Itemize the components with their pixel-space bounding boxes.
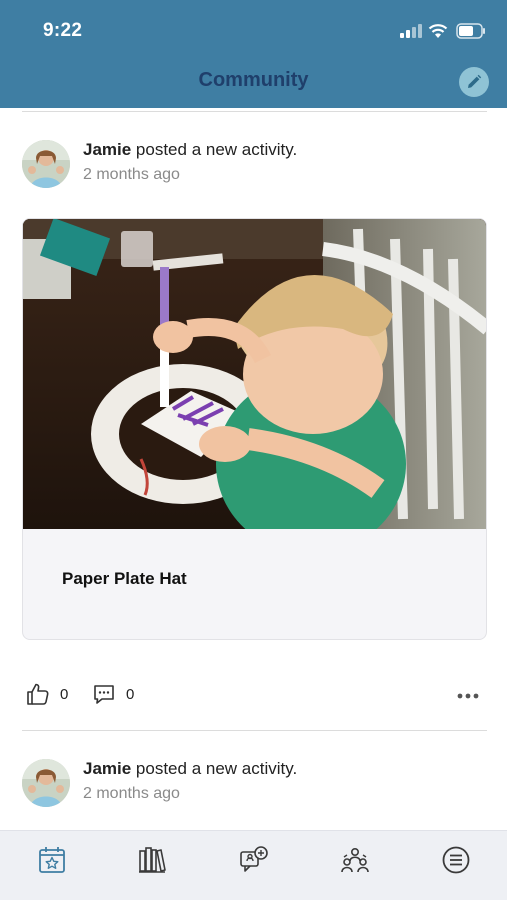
calendar-star-icon[interactable] (37, 845, 67, 875)
battery-icon (456, 23, 485, 39)
avatar-image (22, 759, 70, 807)
app-header: 9:22 Community (0, 0, 507, 108)
community-chat-icon[interactable] (239, 845, 269, 875)
cellular-signal-icon (400, 24, 422, 38)
activity-card[interactable]: Paper Plate Hat (22, 218, 487, 640)
author-name[interactable]: Jamie (83, 759, 131, 778)
comment-button[interactable]: 0 (92, 680, 134, 708)
comment-icon (94, 685, 114, 704)
avatar[interactable] (22, 140, 70, 188)
author-name[interactable]: Jamie (83, 140, 131, 159)
like-button[interactable]: 0 (26, 680, 68, 708)
comment-count: 0 (126, 685, 135, 703)
status-time: 9:22 (43, 20, 83, 41)
activity-photo (23, 219, 486, 529)
divider (22, 730, 487, 731)
more-dots-icon (457, 693, 479, 699)
post-summary: Jamie posted a new activity. (83, 759, 297, 779)
menu-list-icon[interactable] (441, 845, 471, 875)
library-books-icon[interactable] (137, 845, 167, 875)
people-group-icon[interactable] (340, 845, 370, 875)
bottom-tab-bar (0, 830, 507, 900)
pencil-icon (468, 74, 482, 88)
status-bar: 9:22 (0, 0, 507, 58)
edit-post-button[interactable] (459, 67, 489, 97)
post-meta: Jamie posted a new activity. 2 months ag… (83, 759, 297, 803)
post-timestamp: 2 months ago (83, 785, 180, 802)
avatar[interactable] (22, 759, 70, 807)
post-summary: Jamie posted a new activity. (83, 140, 297, 160)
divider (22, 111, 487, 112)
wifi-icon (428, 24, 448, 38)
post-meta: Jamie posted a new activity. 2 months ag… (83, 140, 297, 184)
post-header: Jamie posted a new activity. 2 months ag… (22, 140, 487, 190)
page-title: Community (198, 69, 309, 91)
activity-title[interactable]: Paper Plate Hat (62, 569, 187, 589)
post-action: posted a new activity. (131, 759, 298, 778)
avatar-image (22, 140, 70, 188)
thumbs-up-icon (27, 683, 49, 705)
more-options-button[interactable] (457, 686, 479, 700)
post-timestamp: 2 months ago (83, 166, 180, 183)
like-count: 0 (60, 685, 69, 703)
post-header: Jamie posted a new activity. 2 months ag… (22, 759, 487, 809)
post-action: posted a new activity. (131, 140, 298, 159)
post-actions: 0 0 (22, 680, 487, 708)
